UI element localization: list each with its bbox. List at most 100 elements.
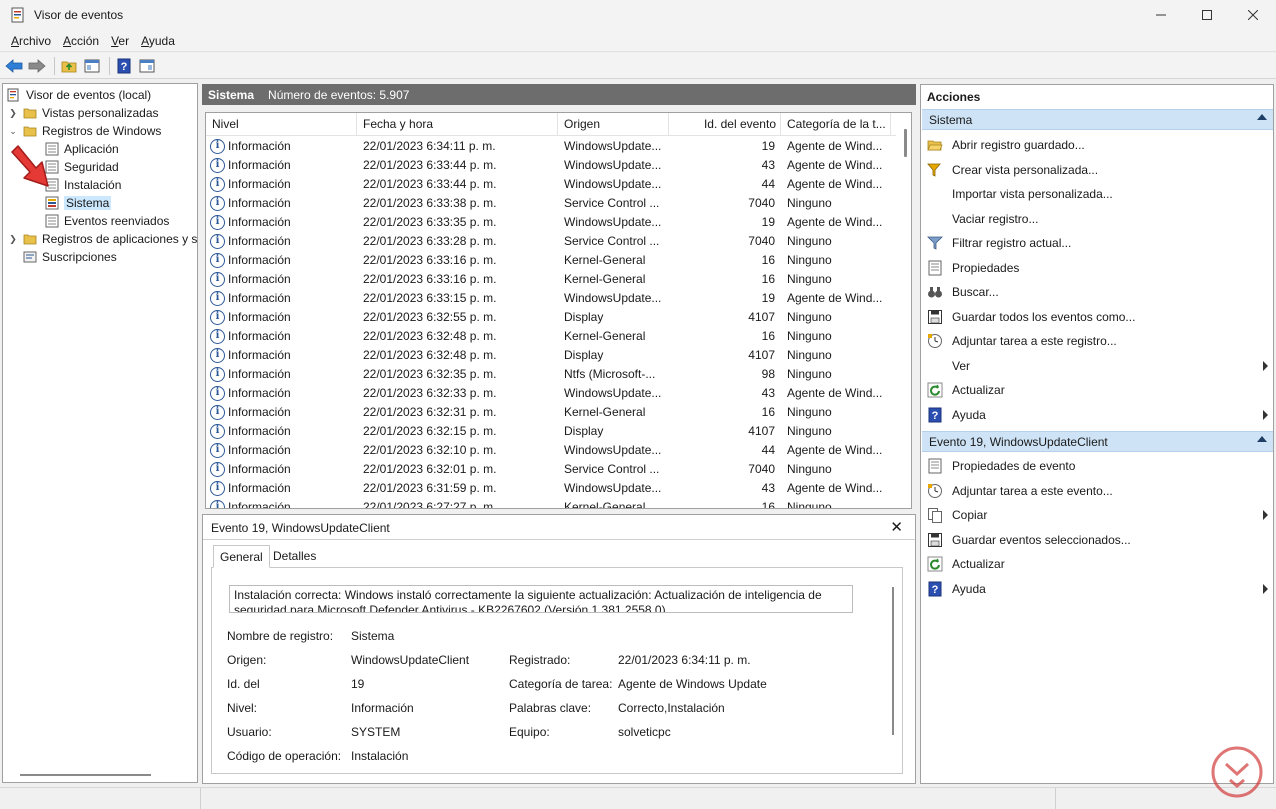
tree-item-root[interactable]: Visor de eventos (local) (7, 86, 151, 104)
action-save[interactable]: Guardar eventos seleccionados... (927, 529, 1272, 551)
collapse-icon[interactable] (1257, 436, 1267, 442)
up-folder-button[interactable] (59, 56, 79, 76)
close-icon[interactable]: ✕ (890, 518, 903, 536)
table-row[interactable]: i Información 22/01/2023 6:33:35 p. m. Wind… (206, 213, 896, 232)
action-save[interactable]: Guardar todos los eventos como... (927, 306, 1272, 328)
vertical-scrollbar[interactable] (904, 129, 907, 157)
menu-accel: A (11, 33, 20, 48)
table-row[interactable]: i Información 22/01/2023 6:31:59 p. m. Wind… (206, 479, 896, 498)
show-hide-tree-button[interactable] (82, 56, 102, 76)
back-button[interactable] (4, 56, 24, 76)
menu-accion[interactable]: Acción (57, 34, 105, 48)
table-row[interactable]: i Información 22/01/2023 6:27:27 p. m. Kern… (206, 498, 896, 508)
table-row[interactable]: i Información 22/01/2023 6:32:48 p. m. Kern… (206, 327, 896, 346)
forward-button[interactable] (27, 56, 47, 76)
cell-level: Información (228, 329, 291, 343)
action-help[interactable]: ? Ayuda (927, 578, 1272, 600)
cell-task-category: Agente de Wind... (787, 177, 883, 191)
table-row[interactable]: i Información 22/01/2023 6:32:01 p. m. Serv… (206, 460, 896, 479)
actions-section-event[interactable]: Evento 19, WindowsUpdateClient (922, 431, 1273, 452)
column-header-datetime[interactable]: Fecha y hora (357, 113, 558, 136)
tree-item-subscriptions[interactable]: Suscripciones (23, 248, 117, 266)
open-folder-icon (927, 137, 943, 153)
menu-label: cción (71, 33, 100, 48)
action-binoculars[interactable]: Buscar... (927, 281, 1272, 303)
actions-section-system[interactable]: Sistema (922, 109, 1273, 130)
action-pane-icon (139, 59, 155, 72)
red-arrow-annotation (11, 145, 49, 187)
help-button[interactable]: ? (114, 56, 134, 76)
event-description[interactable]: Instalación correcta: Windows instaló co… (229, 585, 853, 613)
vertical-scrollbar[interactable] (892, 587, 894, 735)
cell-datetime: 22/01/2023 6:33:15 p. m. (363, 291, 497, 305)
table-row[interactable]: i Información 22/01/2023 6:33:44 p. m. Wind… (206, 175, 896, 194)
tab-general[interactable]: General (213, 545, 270, 568)
action-help[interactable]: ? Ayuda (927, 404, 1272, 426)
table-row[interactable]: i Información 22/01/2023 6:32:48 p. m. Disp… (206, 346, 896, 365)
menu-archivo[interactable]: Archivo (5, 34, 57, 48)
action-view[interactable]: Ver (927, 355, 1272, 377)
log-name-label: Nombre de registro: (227, 629, 334, 643)
menu-ver[interactable]: Ver (105, 34, 135, 48)
menu-ayuda[interactable]: Ayuda (135, 34, 181, 48)
table-row[interactable]: i Información 22/01/2023 6:32:31 p. m. Kern… (206, 403, 896, 422)
tree-item-windows-logs[interactable]: ⌄ Registros de Windows (7, 122, 161, 140)
column-header-task-category[interactable]: Categoría de la t... (781, 113, 891, 136)
action-properties[interactable]: Propiedades (927, 257, 1272, 279)
tree-label: Aplicación (64, 142, 119, 156)
action-attach-task[interactable]: Adjuntar tarea a este registro... (927, 330, 1272, 352)
action-clear-log[interactable]: Vaciar registro... (927, 208, 1272, 230)
action-open-folder[interactable]: Abrir registro guardado... (927, 134, 1272, 156)
cell-source: Kernel-General (564, 272, 646, 286)
action-label: Actualizar (952, 557, 1005, 571)
action-refresh[interactable]: Actualizar (927, 553, 1272, 575)
action-refresh[interactable]: Actualizar (927, 379, 1272, 401)
action-filter-add[interactable]: Crear vista personalizada... (927, 159, 1272, 181)
table-row[interactable]: i Información 22/01/2023 6:33:44 p. m. Wind… (206, 156, 896, 175)
table-row[interactable]: i Información 22/01/2023 6:33:16 p. m. Kern… (206, 270, 896, 289)
table-row[interactable]: i Información 22/01/2023 6:33:15 p. m. Wind… (206, 289, 896, 308)
table-row[interactable]: i Información 22/01/2023 6:33:28 p. m. Serv… (206, 232, 896, 251)
tree-item-apps-services[interactable]: ❯ Registros de aplicaciones y s (7, 230, 197, 248)
cell-level: Información (228, 405, 291, 419)
cell-level: Información (228, 272, 291, 286)
table-row[interactable]: i Información 22/01/2023 6:34:11 p. m. Wind… (206, 137, 896, 156)
table-row[interactable]: i Información 22/01/2023 6:33:38 p. m. Serv… (206, 194, 896, 213)
chevron-right-icon[interactable]: ❯ (7, 233, 19, 245)
action-label: Filtrar registro actual... (952, 236, 1072, 250)
table-row[interactable]: i Información 22/01/2023 6:32:55 p. m. Disp… (206, 308, 896, 327)
close-button[interactable] (1230, 0, 1276, 30)
tree-label: Registros de aplicaciones y s (42, 232, 198, 246)
computer-label: Equipo: (509, 725, 550, 739)
cell-event-id: 7040 (748, 234, 775, 248)
cell-level: Información (228, 462, 291, 476)
column-header-source[interactable]: Origen (558, 113, 669, 136)
table-row[interactable]: i Información 22/01/2023 6:32:33 p. m. Wind… (206, 384, 896, 403)
table-row[interactable]: i Información 22/01/2023 6:32:15 p. m. Disp… (206, 422, 896, 441)
info-icon: i (210, 177, 225, 192)
tab-details[interactable]: Detalles (267, 545, 322, 568)
tree-item-custom-views[interactable]: ❯ Vistas personalizadas (7, 104, 158, 122)
table-row[interactable]: i Información 22/01/2023 6:32:10 p. m. Wind… (206, 441, 896, 460)
chevron-down-icon[interactable]: ⌄ (7, 125, 19, 137)
collapse-icon[interactable] (1257, 114, 1267, 120)
tree-item-system[interactable]: Sistema (45, 194, 112, 212)
maximize-button[interactable] (1184, 0, 1230, 30)
tree-item-forwarded-events[interactable]: Eventos reenviados (45, 212, 169, 230)
column-header-event-id[interactable]: Id. del evento (669, 113, 781, 136)
minimize-button[interactable] (1138, 0, 1184, 30)
chevron-right-icon[interactable]: ❯ (7, 107, 19, 119)
action-copy[interactable]: Copiar (927, 504, 1272, 526)
action-attach-task[interactable]: Adjuntar tarea a este evento... (927, 480, 1272, 502)
cell-datetime: 22/01/2023 6:33:16 p. m. (363, 272, 497, 286)
action-event-properties[interactable]: Propiedades de evento (927, 455, 1272, 477)
cell-source: Display (564, 310, 604, 324)
column-header-level[interactable]: Nivel (206, 113, 357, 136)
table-row[interactable]: i Información 22/01/2023 6:32:35 p. m. Ntfs… (206, 365, 896, 384)
action-import[interactable]: Importar vista personalizada... (927, 183, 1272, 205)
cell-level: Información (228, 177, 291, 191)
show-hide-actions-button[interactable] (137, 56, 157, 76)
action-filter[interactable]: Filtrar registro actual... (927, 232, 1272, 254)
horizontal-scrollbar[interactable] (20, 774, 151, 776)
table-row[interactable]: i Información 22/01/2023 6:33:16 p. m. Kern… (206, 251, 896, 270)
